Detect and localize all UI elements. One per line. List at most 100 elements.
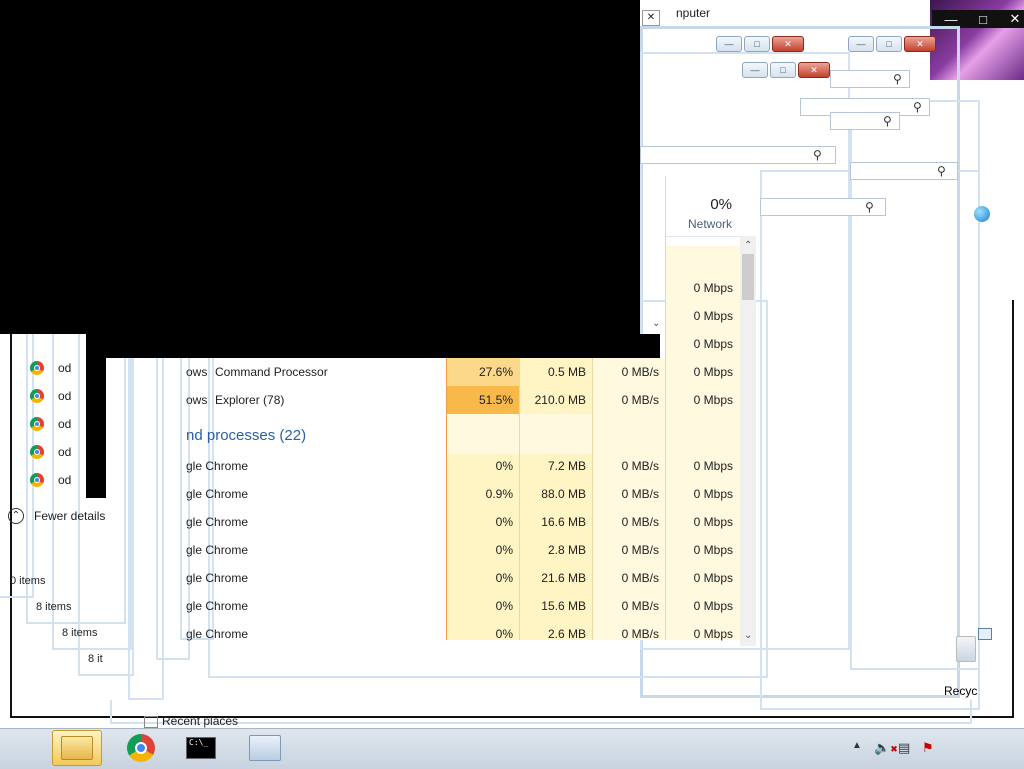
memory-cell: 15.6 MB <box>541 599 586 613</box>
process-name-fragment: od <box>58 417 72 431</box>
show-hidden-icons[interactable]: ▲ <box>852 740 862 751</box>
close-button[interactable]: ✕ <box>1000 11 1024 27</box>
process-name-prefix: ows <box>186 365 208 379</box>
recycle-bin-icon[interactable] <box>956 636 976 662</box>
network-header-label[interactable]: Network <box>670 217 732 231</box>
window-frame-4 <box>850 100 980 670</box>
action-center-icon[interactable]: ⚑ <box>922 740 934 756</box>
chrome-icon <box>30 389 44 403</box>
search-box-5[interactable]: ⚲ <box>850 162 958 180</box>
minimize-button[interactable]: — <box>848 36 874 52</box>
status-items-count: 0 items <box>10 575 46 587</box>
recent-places-label[interactable]: Recent places <box>162 714 238 728</box>
close-button[interactable]: ✕ <box>772 36 804 52</box>
process-name[interactable]: gle Chrome <box>186 592 248 620</box>
process-name-fragment: od <box>58 445 72 459</box>
process-name-prefix: ows <box>186 393 208 407</box>
memory-cell: 2.8 MB <box>547 543 586 557</box>
close-x-small[interactable]: ✕ <box>642 10 660 26</box>
cpu-cell: 0% <box>495 599 513 613</box>
search-icon: ⚲ <box>813 148 822 162</box>
taskbar-cmd-button[interactable]: C:\_ <box>176 730 226 766</box>
process-name[interactable]: gle Chrome <box>186 452 248 480</box>
search-icon: ⚲ <box>913 100 922 114</box>
disk-cell: 0 MB/s <box>621 599 659 613</box>
recycle-bin-label: Recyc <box>944 684 978 698</box>
window-title-partial: nputer <box>676 6 711 20</box>
process-name[interactable]: gle Chrome <box>186 480 248 508</box>
disk-cell: 0 MB/s <box>621 487 659 501</box>
taskbar-task-manager-button[interactable] <box>240 730 290 766</box>
process-name[interactable]: Command Processor <box>215 358 328 386</box>
disk-cell: 0 MB/s <box>621 515 659 529</box>
window3-caption-buttons: — □ ✕ <box>742 62 830 78</box>
taskbar-file-explorer-button[interactable] <box>52 730 102 766</box>
scroll-down-arrow-icon-2[interactable]: ⌄ <box>652 318 660 329</box>
process-name-fragment: od <box>58 389 72 403</box>
maximize-button[interactable]: □ <box>876 36 902 52</box>
search-box-6[interactable]: ⚲ <box>760 198 886 216</box>
search-icon: ⚲ <box>883 114 892 128</box>
globe-icon[interactable] <box>974 206 990 222</box>
minimize-button[interactable]: — <box>742 62 768 78</box>
chrome-icon <box>30 473 44 487</box>
window1-caption-buttons: — □ ✕ <box>716 36 804 52</box>
cpu-cell: 0% <box>495 515 513 529</box>
net-cell: 0 Mbps <box>693 337 733 351</box>
process-name[interactable]: gle Chrome <box>186 564 248 592</box>
fewer-details-label: Fewer details <box>34 509 106 523</box>
disk-cell: 0 MB/s <box>621 459 659 473</box>
memory-cell: 0.5 MB <box>547 365 586 379</box>
scroll-down-arrow-icon[interactable]: ⌄ <box>744 630 752 641</box>
speaker-muted-icon[interactable]: 🔈✖ <box>874 740 898 756</box>
process-name-fragment: od <box>58 361 72 375</box>
net-cell: 0 Mbps <box>693 487 733 501</box>
chrome-icon-center <box>135 742 147 754</box>
close-button[interactable]: ✕ <box>798 62 830 78</box>
black-overlay-region-3 <box>86 358 106 498</box>
process-name[interactable]: gle Chrome <box>186 508 248 536</box>
background-processes-group[interactable]: nd processes (22) <box>186 422 306 450</box>
search-icon: ⚲ <box>865 200 874 214</box>
memory-cell: 210.0 MB <box>534 393 586 407</box>
net-cell: 0 Mbps <box>693 543 733 557</box>
net-cell: 0 Mbps <box>693 599 733 613</box>
cpu-cell: 0% <box>495 571 513 585</box>
net-cell: 0 Mbps <box>693 281 733 295</box>
scroll-up-arrow-icon[interactable]: ⌃ <box>744 240 752 251</box>
minimize-button[interactable]: — <box>716 36 742 52</box>
network-icon[interactable]: ▤ <box>898 740 910 756</box>
maximize-button[interactable]: □ <box>770 62 796 78</box>
chevron-up-icon: ⌃ <box>8 508 24 524</box>
task-manager-icon <box>249 735 281 761</box>
search-box-3[interactable]: ⚲ <box>830 112 900 130</box>
disk-cell: 0 MB/s <box>621 627 659 641</box>
taskbar-chrome-button[interactable] <box>116 730 166 766</box>
process-name[interactable]: gle Chrome <box>186 620 248 648</box>
cmd-icon: C:\_ <box>186 737 216 759</box>
maximize-button[interactable]: □ <box>968 11 998 27</box>
search-box-1[interactable]: ⚲ <box>830 70 910 88</box>
fewer-details-button[interactable]: ⌃ Fewer details <box>8 508 118 526</box>
disk-cell: 0 MB/s <box>621 393 659 407</box>
net-cell: 0 Mbps <box>693 571 733 585</box>
recent-places-icon <box>144 716 158 728</box>
process-name[interactable]: gle Chrome <box>186 536 248 564</box>
search-box-4[interactable]: ⚲ <box>640 146 836 164</box>
process-name[interactable]: Explorer (78) <box>215 386 284 414</box>
chrome-icon <box>30 361 44 375</box>
memory-cell: 21.6 MB <box>541 571 586 585</box>
cpu-cell: 0% <box>495 543 513 557</box>
scrollbar-thumb[interactable] <box>742 254 754 300</box>
picture-icon <box>978 628 992 640</box>
minimize-button[interactable]: — <box>936 11 966 27</box>
net-cell: 0 Mbps <box>693 393 733 407</box>
status-items-count: 8 items <box>62 627 98 639</box>
close-button[interactable]: ✕ <box>904 36 936 52</box>
memory-cell: 2.6 MB <box>547 627 586 641</box>
cpu-cell: 51.5% <box>478 393 513 407</box>
net-cell: 0 Mbps <box>693 515 733 529</box>
disk-cell: 0 MB/s <box>621 571 659 585</box>
network-header-pct: 0% <box>710 196 732 213</box>
maximize-button[interactable]: □ <box>744 36 770 52</box>
